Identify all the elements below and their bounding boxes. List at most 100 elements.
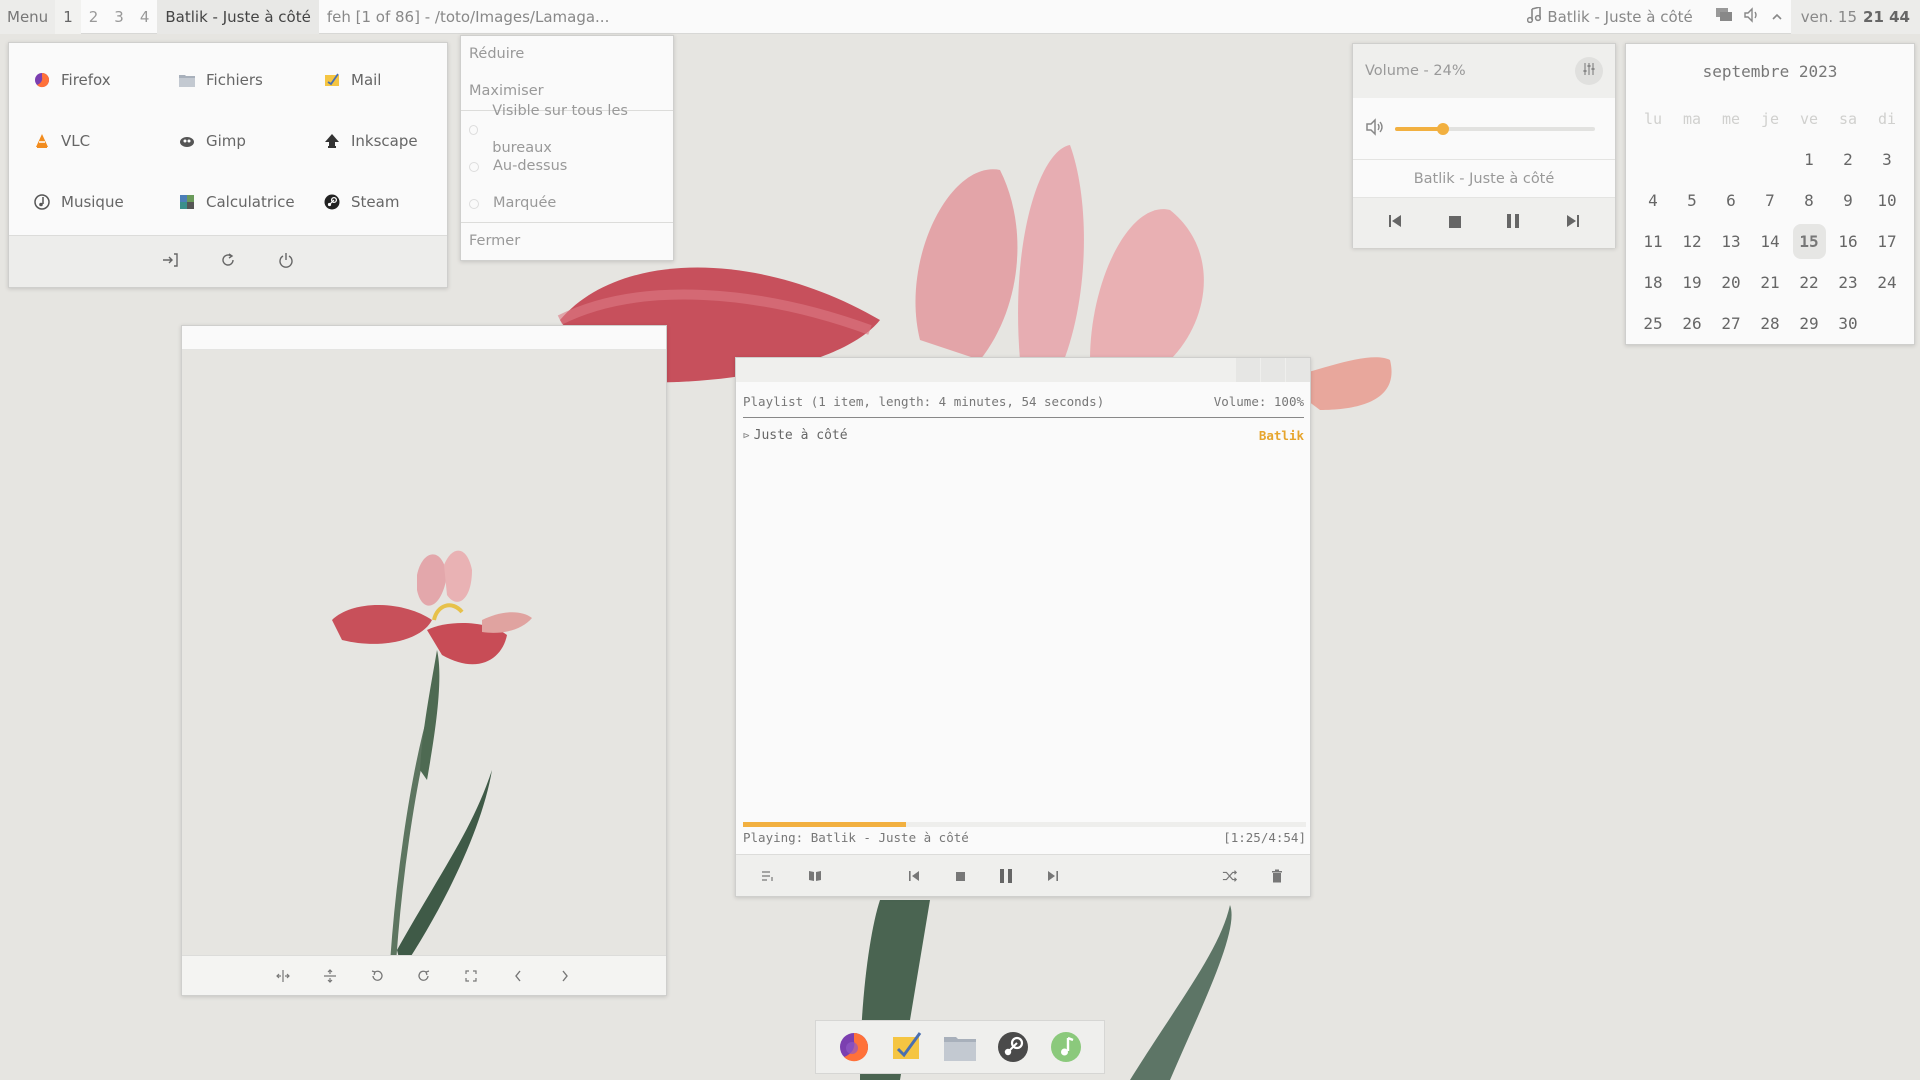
launcher-item-inkscape[interactable]: Inkscape [323, 110, 468, 171]
steam-icon[interactable] [996, 1030, 1030, 1064]
pause-icon[interactable] [1506, 213, 1520, 233]
logout-icon[interactable] [162, 252, 178, 272]
taskbar-item-feh[interactable]: feh [1 of 86] - /toto/Images/Lamaga... [319, 0, 618, 34]
calendar-day[interactable]: 28 [1751, 303, 1790, 344]
calendar-day[interactable]: 4 [1634, 180, 1673, 221]
speaker-icon[interactable] [1365, 117, 1385, 140]
menu-item-marquee[interactable]: Marquée [461, 185, 673, 222]
window-context-menu: Réduire Maximiser Visible sur tous les b… [460, 35, 674, 261]
menu-item-visible-all-desktops[interactable]: Visible sur tous les bureaux [461, 103, 673, 156]
calendar-day[interactable]: 5 [1673, 180, 1712, 221]
calendar-day[interactable]: 30 [1829, 303, 1868, 344]
taskbar-item-player[interactable]: Batlik - Juste à côté [157, 0, 319, 34]
next-icon[interactable] [1565, 213, 1581, 233]
power-icon[interactable] [278, 252, 294, 272]
calendar-day[interactable]: 19 [1673, 262, 1712, 303]
speaker-icon[interactable] [1743, 6, 1761, 27]
launcher-item-steam[interactable]: Steam [323, 171, 468, 232]
playback-progress-bar[interactable] [743, 822, 1306, 827]
chevron-up-icon[interactable] [1771, 8, 1783, 26]
stop-icon[interactable] [1448, 214, 1462, 233]
workspace-1[interactable]: 1 [55, 0, 81, 34]
rotate-right-icon[interactable] [416, 968, 432, 984]
workspace-2[interactable]: 2 [81, 0, 107, 34]
calendar-day[interactable]: 1 [1790, 139, 1829, 180]
menu-item-reduire[interactable]: Réduire [461, 36, 673, 73]
launcher-item-mail[interactable]: Mail [323, 49, 468, 110]
volume-slider-handle[interactable] [1437, 122, 1449, 135]
fit-width-icon[interactable] [275, 968, 291, 984]
track-title: Juste à côté [753, 428, 848, 443]
calendar-day[interactable]: 27 [1712, 303, 1751, 344]
firefox-icon[interactable] [837, 1030, 871, 1064]
calendar-day[interactable]: 26 [1673, 303, 1712, 344]
calendar-day[interactable]: 11 [1634, 221, 1673, 262]
calendar-day[interactable]: 25 [1634, 303, 1673, 344]
next-image-icon[interactable] [557, 968, 573, 984]
next-icon[interactable] [1045, 868, 1061, 884]
calendar-day[interactable]: 8 [1790, 180, 1829, 221]
launcher-item-fichiers[interactable]: Fichiers [178, 49, 323, 110]
fullscreen-icon[interactable] [463, 968, 479, 984]
calendar-day[interactable]: 17 [1868, 221, 1907, 262]
calendar-day[interactable]: 3 [1868, 139, 1907, 180]
music-icon[interactable] [1049, 1030, 1083, 1064]
clock[interactable]: ven. 15 21 44 [1790, 0, 1920, 34]
calendar-day[interactable]: 9 [1829, 180, 1868, 221]
session-actions [9, 235, 447, 287]
restart-icon[interactable] [220, 252, 236, 272]
menu-item-label: Fermer [469, 233, 521, 249]
workspace-3[interactable]: 3 [106, 0, 132, 34]
volume-slider[interactable] [1395, 122, 1595, 135]
playlist-icon[interactable] [760, 868, 776, 884]
calendar-day-today[interactable]: 15 [1792, 224, 1826, 259]
previous-icon[interactable] [1387, 213, 1403, 233]
titlebar-button[interactable] [1286, 358, 1310, 382]
stop-icon[interactable] [952, 868, 968, 884]
calendar-day[interactable]: 29 [1790, 303, 1829, 344]
calendar-day[interactable]: 14 [1751, 221, 1790, 262]
viewer-titlebar[interactable] [182, 326, 666, 350]
calendar-day[interactable]: 18 [1634, 262, 1673, 303]
steam-icon [323, 193, 341, 211]
now-playing-indicator[interactable]: Batlik - Juste à côté [1513, 5, 1706, 27]
shuffle-icon[interactable] [1222, 868, 1238, 884]
calendar-day[interactable]: 20 [1712, 262, 1751, 303]
previous-image-icon[interactable] [510, 968, 526, 984]
previous-icon[interactable] [906, 868, 922, 884]
calendar-day[interactable]: 21 [1751, 262, 1790, 303]
calendar-day[interactable]: 13 [1712, 221, 1751, 262]
calendar-day[interactable]: 10 [1868, 180, 1907, 221]
library-icon[interactable] [807, 868, 823, 884]
calendar-day[interactable]: 7 [1751, 180, 1790, 221]
calendar-day[interactable]: 2 [1829, 139, 1868, 180]
calendar-day[interactable]: 22 [1790, 262, 1829, 303]
calendar-day[interactable]: 12 [1673, 221, 1712, 262]
display-icon[interactable] [1715, 7, 1733, 27]
calendar-day[interactable]: 23 [1829, 262, 1868, 303]
launcher-item-musique[interactable]: Musique [33, 171, 178, 232]
playlist-row[interactable]: ⊳ Juste à côté Batlik [743, 428, 1304, 443]
launcher-item-vlc[interactable]: VLC [33, 110, 178, 171]
menu-button[interactable]: Menu [0, 0, 56, 34]
launcher-item-gimp[interactable]: Gimp [178, 110, 323, 171]
folder-icon[interactable] [943, 1030, 977, 1064]
calendar-day[interactable]: 24 [1868, 262, 1907, 303]
pause-icon[interactable] [998, 868, 1014, 884]
playing-indicator-icon: ⊳ [743, 429, 750, 442]
calendar-day[interactable]: 16 [1829, 221, 1868, 262]
launcher-item-firefox[interactable]: Firefox [33, 49, 178, 110]
calendar-day[interactable]: 6 [1712, 180, 1751, 221]
fit-height-icon[interactable] [322, 968, 338, 984]
titlebar-button[interactable] [1236, 358, 1260, 382]
player-titlebar[interactable] [736, 358, 1310, 382]
mail-icon[interactable] [890, 1030, 924, 1064]
menu-item-fermer[interactable]: Fermer [461, 223, 673, 260]
workspace-4[interactable]: 4 [132, 0, 158, 34]
mixer-settings-button[interactable] [1575, 57, 1603, 85]
music-note-icon [1527, 5, 1542, 27]
launcher-item-calculatrice[interactable]: Calculatrice [178, 171, 323, 232]
rotate-left-icon[interactable] [369, 968, 385, 984]
titlebar-button[interactable] [1261, 358, 1285, 382]
trash-icon[interactable] [1269, 868, 1285, 884]
